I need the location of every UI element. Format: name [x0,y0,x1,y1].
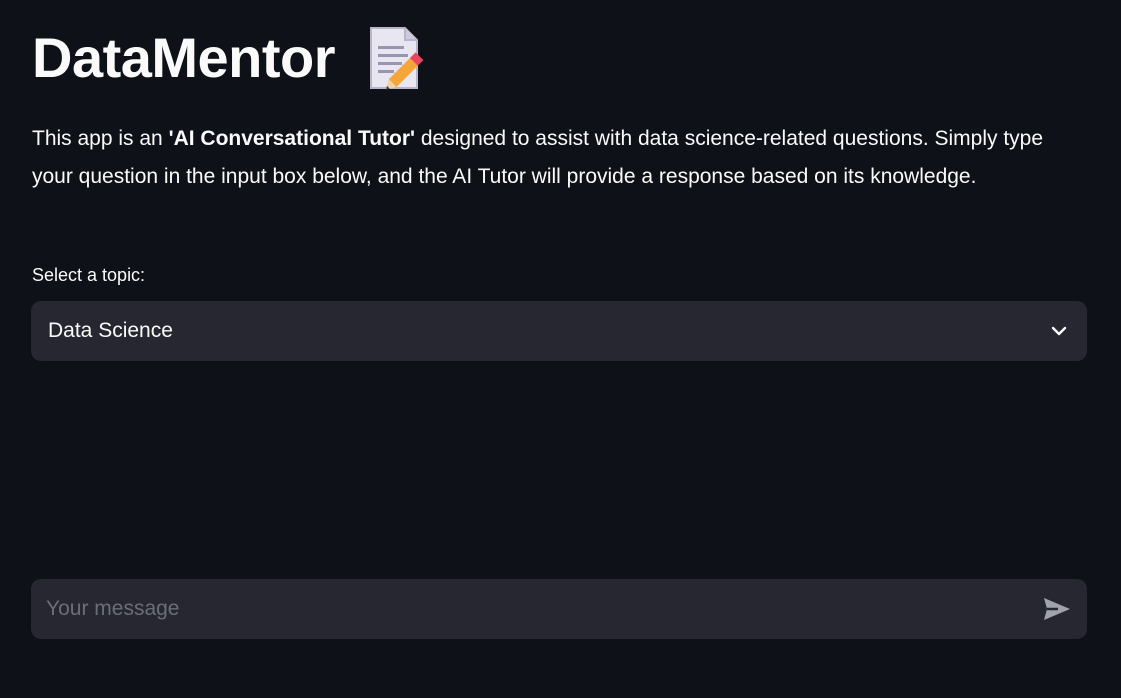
intro-bold-text: 'AI Conversational Tutor' [168,127,416,150]
send-icon[interactable] [1041,593,1073,625]
chat-message-input[interactable] [44,596,1041,622]
topic-select-value: Data Science [48,319,173,342]
page-title: DataMentor [32,26,336,89]
chat-input-container [31,579,1087,639]
app-container: DataMentor This app is an 'AI Conversati… [0,0,1121,698]
memo-pencil-icon [365,22,429,94]
intro-text-before: This app is an [32,127,169,150]
topic-select-label: Select a topic: [32,265,146,285]
chevron-down-icon[interactable] [1049,321,1069,341]
title-row: DataMentor [32,18,429,98]
topic-select[interactable]: Data Science [31,301,1087,361]
intro-paragraph: This app is an 'AI Conversational Tutor'… [32,120,1082,196]
